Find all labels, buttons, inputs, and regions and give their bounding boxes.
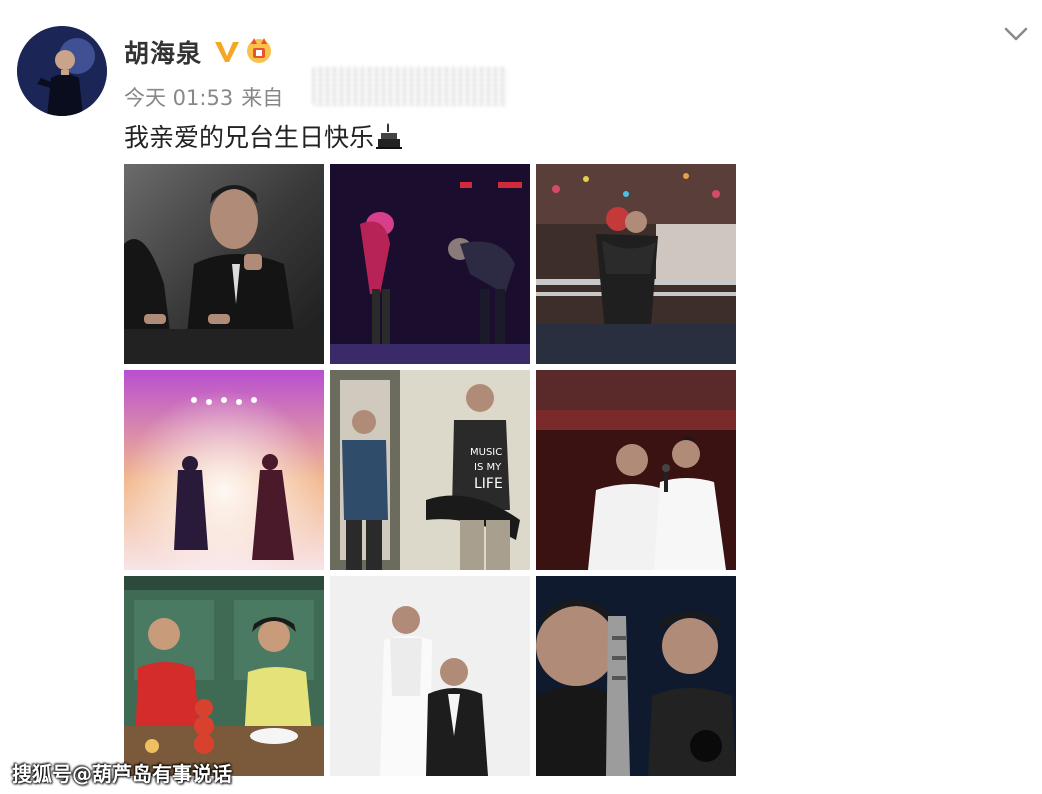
username[interactable]: 胡海泉 — [124, 34, 202, 70]
post-text-content: 我亲爱的兄台生日快乐 — [124, 123, 375, 152]
two-men-bowing-stage-photo — [330, 164, 530, 364]
post-meta: 今天 01:53 来自 — [124, 82, 283, 112]
post-timestamp[interactable]: 今天 01:53 — [124, 86, 233, 110]
photo-3[interactable] — [536, 164, 736, 364]
photo-5[interactable]: MUSIC IS MY LIFE — [330, 370, 530, 570]
photo-9[interactable] — [536, 576, 736, 776]
svg-text:LIFE: LIFE — [474, 476, 503, 492]
avatar-image — [17, 26, 107, 116]
post-source-prefix: 来自 — [241, 86, 284, 110]
chevron-down-icon[interactable] — [1002, 24, 1030, 44]
svg-text:MUSIC: MUSIC — [470, 447, 502, 458]
photo-1[interactable] — [124, 164, 324, 364]
two-men-eating-photo — [124, 576, 324, 776]
two-men-singing-photo — [536, 370, 736, 570]
stage-lights-silhouettes-photo — [124, 370, 324, 570]
fan-badge-icon[interactable] — [245, 36, 273, 64]
verified-icon — [214, 39, 240, 63]
two-men-guitar-photo — [536, 576, 736, 776]
two-men-skateboard-photo: MUSIC IS MY LIFE — [330, 370, 530, 570]
svg-text:IS MY: IS MY — [474, 462, 502, 473]
post-text: 我亲爱的兄台生日快乐 — [124, 118, 403, 154]
two-men-studio-photo — [330, 576, 530, 776]
photo-grid: MUSIC IS MY LIFE — [124, 164, 736, 776]
man-in-suit-photo — [124, 164, 324, 364]
photo-6[interactable] — [536, 370, 736, 570]
cake-icon — [376, 123, 403, 149]
watermark-text: 搜狐号@葫芦岛有事说话 — [12, 762, 232, 786]
photo-4[interactable] — [124, 370, 324, 570]
avatar[interactable] — [17, 26, 107, 116]
photo-2[interactable] — [330, 164, 530, 364]
two-men-hugging-concert-photo — [536, 164, 736, 364]
blurred-source-device — [312, 66, 508, 106]
photo-7[interactable] — [124, 576, 324, 776]
photo-8[interactable] — [330, 576, 530, 776]
